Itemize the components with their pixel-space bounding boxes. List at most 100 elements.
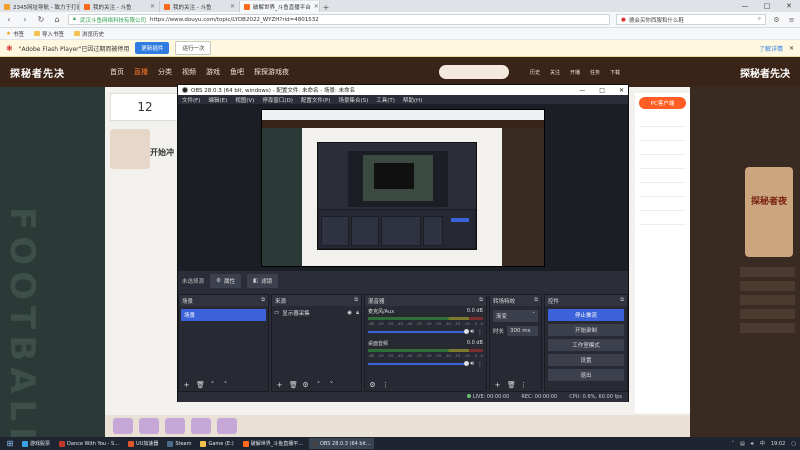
update-plugin-button[interactable]: 更新插件 — [135, 42, 170, 54]
windows-start-icon[interactable]: ⊞ — [4, 439, 16, 448]
network-icon[interactable]: ▤ — [740, 441, 745, 447]
nav-item-live[interactable]: 直播 — [134, 67, 148, 77]
forward-button[interactable]: › — [20, 15, 30, 24]
studio-mode-button[interactable]: 工作室模式 — [548, 339, 624, 351]
menu-edit[interactable]: 编辑(E) — [208, 96, 227, 104]
list-item[interactable] — [740, 309, 795, 319]
speaker-icon[interactable]: 🔊︎ — [751, 441, 754, 447]
tab-close-icon[interactable]: ✕ — [314, 3, 319, 10]
browser-tab[interactable]: 我的关注 - 斗鱼 ✕ — [160, 1, 240, 12]
menu-help[interactable]: 帮助(H) — [403, 96, 422, 104]
download-icon[interactable]: 下载 — [609, 69, 621, 76]
chevron-down-icon[interactable]: ˅ — [328, 381, 335, 389]
bookmark-item[interactable]: ★ 书签 — [6, 30, 24, 38]
gear-icon[interactable]: ⚙ — [369, 381, 376, 389]
undock-icon[interactable]: ⧉ — [354, 297, 358, 304]
follow-icon[interactable]: 关注 — [549, 69, 561, 76]
taskbar-item[interactable]: Dance With You - S... — [56, 438, 122, 449]
gift-item[interactable] — [165, 418, 185, 434]
menu-file[interactable]: 文件(F) — [182, 96, 200, 104]
clock[interactable]: 19:02 — [771, 441, 785, 447]
notification-icon[interactable]: ▢ — [791, 441, 796, 447]
trash-icon[interactable]: 🗑︎ — [196, 381, 205, 389]
trash-icon[interactable]: 🗑︎ — [507, 381, 516, 389]
transition-select[interactable]: 渐变 ˅ — [493, 310, 538, 322]
more-icon[interactable]: ⋮ — [382, 381, 389, 389]
browser-tab[interactable]: 我的关注 - 斗鱼 ✕ — [80, 1, 160, 12]
start-recording-button[interactable]: 开始录制 — [548, 324, 624, 336]
source-item[interactable]: ▭ 显示器采集 ◉ 🔒︎ — [274, 309, 359, 318]
chevron-up-icon[interactable]: ˄ — [315, 381, 322, 389]
more-icon[interactable]: ⋮ — [520, 381, 527, 389]
bookmark-item[interactable]: 浏览历史 — [73, 30, 104, 38]
tab-close-icon[interactable]: ✕ — [150, 3, 155, 10]
obs-maximize-button[interactable]: □ — [599, 87, 605, 94]
speaker-icon[interactable]: 🔊︎ — [470, 360, 474, 368]
task-icon[interactable]: 任务 — [589, 69, 601, 76]
input-language[interactable]: 中 — [760, 440, 765, 447]
tray-chevron-icon[interactable]: ˄ — [731, 441, 734, 447]
nav-item-fishbar[interactable]: 鱼吧 — [230, 67, 244, 77]
more-icon[interactable]: ⋮ — [477, 361, 483, 368]
minimize-button[interactable]: — — [734, 0, 756, 12]
home-button[interactable]: ⌂ — [52, 15, 62, 24]
eye-icon[interactable]: ◉ — [347, 310, 352, 317]
nav-item-games[interactable]: 游戏 — [206, 67, 220, 77]
taskbar-item[interactable]: UU加速器 — [125, 438, 161, 449]
obs-close-button[interactable]: ✕ — [619, 87, 624, 94]
back-button[interactable]: ‹ — [4, 15, 14, 24]
chevron-down-icon[interactable]: ˅ — [222, 381, 229, 389]
exit-button[interactable]: 退出 — [548, 369, 624, 381]
list-item[interactable] — [740, 267, 795, 277]
settings-button[interactable]: 设置 — [548, 354, 624, 366]
history-icon[interactable]: 历史 — [529, 69, 541, 76]
nav-item-video[interactable]: 视频 — [182, 67, 196, 77]
search-icon[interactable]: ⌕ — [758, 16, 761, 23]
url-input[interactable]: 🔒︎ 武汉斗鱼网络科技有限公司 https://www.douyu.com/to… — [68, 14, 610, 25]
nav-item-home[interactable]: 首页 — [110, 67, 124, 77]
gear-icon[interactable]: ⚙ — [302, 381, 309, 389]
list-item[interactable] — [740, 281, 795, 291]
reload-button[interactable]: ↻ — [36, 15, 46, 24]
promo-banner[interactable] — [745, 167, 793, 257]
run-once-button[interactable]: 运行一次 — [175, 41, 212, 55]
menu-tools[interactable]: 工具(T) — [376, 96, 395, 104]
menu-scene-collection[interactable]: 场景集合(S) — [338, 96, 368, 104]
douyu-search-input[interactable] — [439, 65, 509, 79]
lock-icon[interactable]: 🔒︎ — [356, 310, 359, 317]
tab-close-icon[interactable]: ✕ — [230, 3, 235, 10]
menu-icon[interactable]: ≡ — [787, 16, 796, 24]
taskbar-item[interactable]: Game (E:) — [197, 438, 236, 449]
duration-input[interactable]: 300 ms — [507, 326, 538, 336]
infobar-close-icon[interactable]: ✕ — [789, 45, 794, 52]
new-tab-button[interactable]: + — [320, 3, 332, 12]
add-icon[interactable]: + — [276, 381, 283, 389]
extensions-icon[interactable]: ⚙ — [772, 16, 781, 24]
volume-slider[interactable] — [368, 329, 470, 334]
avatar[interactable] — [110, 129, 150, 169]
bookmark-item[interactable]: 导入书签 — [33, 30, 64, 38]
undock-icon[interactable]: ⧉ — [261, 297, 265, 304]
taskbar-item[interactable]: 游戏股票 — [19, 438, 53, 449]
gift-item[interactable] — [217, 418, 237, 434]
obs-minimize-button[interactable]: — — [579, 87, 585, 94]
properties-button[interactable]: ⚙ 属性 — [210, 274, 241, 288]
gift-item[interactable] — [113, 418, 133, 434]
gift-item[interactable] — [139, 418, 159, 434]
stop-streaming-button[interactable]: 停止推流 — [548, 309, 624, 321]
chevron-up-icon[interactable]: ˄ — [209, 381, 216, 389]
filters-button[interactable]: ◧ 滤镜 — [246, 274, 279, 288]
close-button[interactable]: ✕ — [778, 0, 800, 12]
add-icon[interactable]: + — [183, 381, 190, 389]
taskbar-item[interactable]: Steam — [164, 438, 194, 449]
trash-icon[interactable]: 🗑︎ — [289, 381, 298, 389]
nav-item-game-night[interactable]: 探探游戏夜 — [254, 67, 289, 77]
taskbar-item[interactable]: 破解世界_斗鱼直播平... — [240, 438, 306, 449]
menu-docks[interactable]: 停靠窗口(D) — [262, 96, 293, 104]
browser-tab-active[interactable]: 破解世界_斗鱼直播平台 ✕ — [240, 1, 320, 12]
obs-preview[interactable] — [178, 104, 628, 271]
search-input[interactable]: ● 德会买你西服和什么鞋 ⌕ — [616, 14, 766, 25]
nav-item-category[interactable]: 分类 — [158, 67, 172, 77]
add-icon[interactable]: + — [494, 381, 501, 389]
speaker-icon[interactable]: 🔊︎ — [470, 328, 474, 336]
